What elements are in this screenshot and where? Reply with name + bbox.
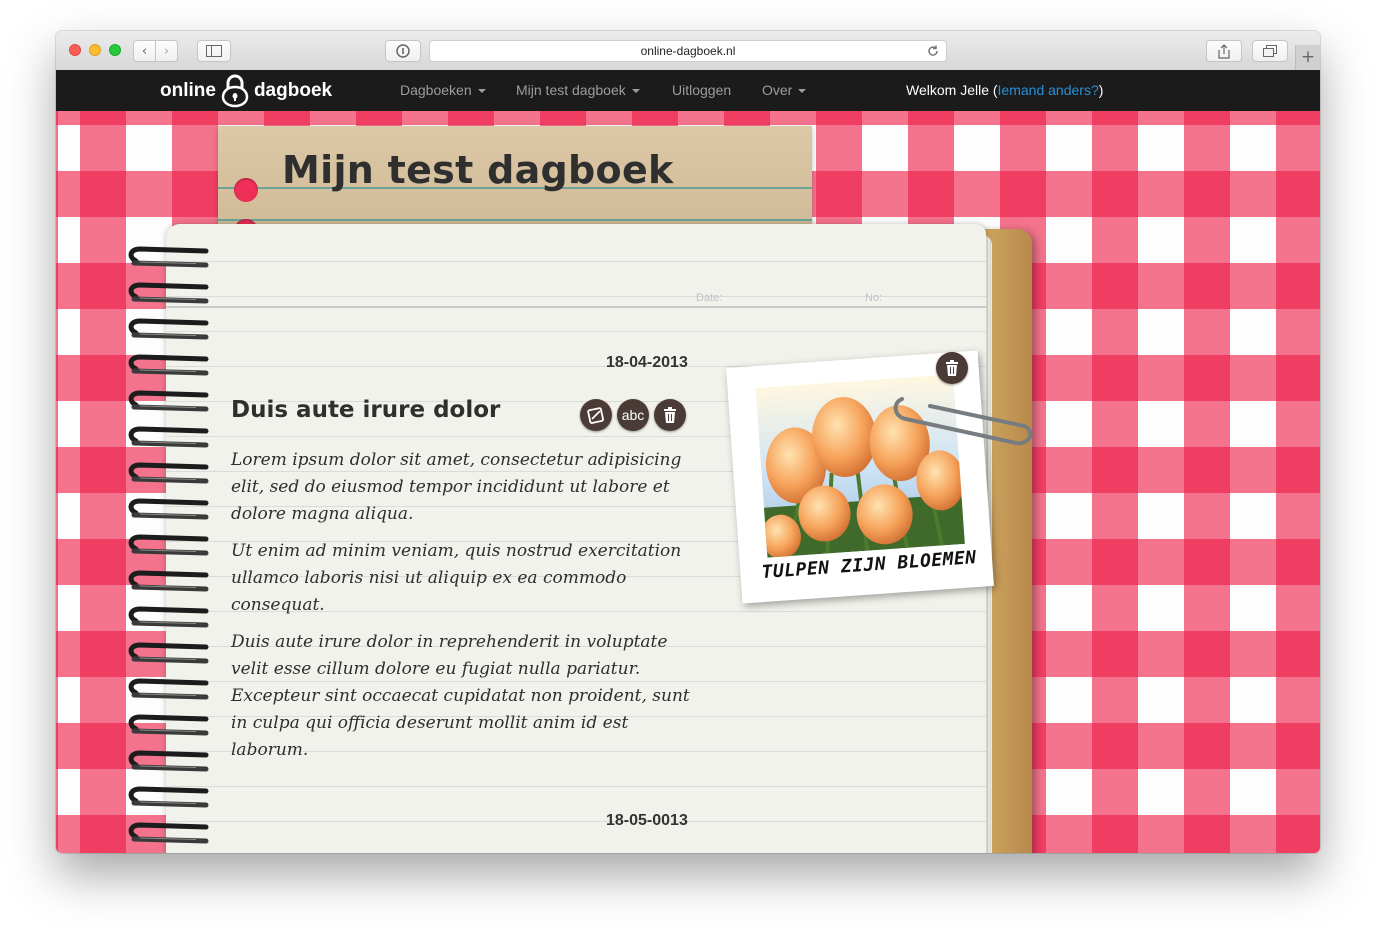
sidebar-toggle-button[interactable]: [197, 40, 231, 62]
paper-hole: [234, 178, 258, 202]
forward-button[interactable]: ›: [155, 40, 178, 62]
spiral-ring: [128, 786, 209, 808]
spellcheck-label: abc: [621, 407, 645, 423]
site-logo[interactable]: online dagboek: [160, 74, 333, 108]
spiral-ring: [128, 498, 209, 520]
entry-paragraph: Ut enim ad minim veniam, quis nostrud ex…: [231, 541, 682, 615]
entry-paragraph: Duis aute irure dolor in reprehenderit i…: [231, 632, 690, 760]
padlock-icon: [221, 74, 249, 108]
spiral-ring: [128, 282, 209, 304]
tabs-overview-button[interactable]: [1252, 40, 1288, 62]
reload-icon[interactable]: [926, 44, 940, 58]
spiral-binding: [128, 246, 209, 844]
paper-rule: [218, 219, 812, 221]
new-tab-button[interactable]: +: [1295, 45, 1320, 70]
spiral-ring: [128, 714, 209, 736]
edit-entry-button[interactable]: [580, 399, 612, 431]
spiral-ring: [128, 318, 209, 340]
privacy-report-button[interactable]: [385, 40, 421, 62]
trash-icon: [946, 360, 958, 376]
nav-uitloggen-link[interactable]: Uitloggen: [672, 82, 731, 98]
nav-dagboeken-dropdown[interactable]: Dagboeken: [400, 82, 486, 98]
caret-down-icon: [798, 89, 807, 94]
spiral-ring: [128, 246, 209, 268]
delete-photo-button[interactable]: [936, 352, 968, 384]
nav-mijn-test-dagboek-dropdown[interactable]: Mijn test dagboek: [516, 82, 640, 98]
browser-window: ‹ › online-dagboek.nl + online dagboek D…: [56, 31, 1320, 853]
entry-date: 18-05-0013: [606, 812, 688, 829]
edit-icon: [587, 407, 604, 424]
page-title: Mijn test dagboek: [282, 148, 674, 192]
sidebar-icon: [206, 45, 222, 57]
entry-body: Lorem ipsum dolor sit amet, consectetur …: [231, 447, 691, 774]
chevron-right-icon: ›: [163, 43, 170, 59]
number-label: No:: [865, 292, 883, 304]
info-icon: [396, 44, 410, 58]
address-bar[interactable]: online-dagboek.nl: [429, 40, 947, 62]
spiral-ring: [128, 750, 209, 772]
spiral-ring: [128, 606, 209, 628]
welcome-message: Welkom Jelle (Iemand anders?): [906, 82, 1103, 98]
caret-down-icon: [477, 89, 486, 94]
site-navbar: online dagboek Dagboeken Mijn test dagbo…: [56, 70, 1320, 111]
spiral-ring: [128, 678, 209, 700]
entry-title: Duis aute irure dolor: [231, 397, 501, 423]
spiral-ring: [128, 462, 209, 484]
nav-mijn-test-dagboek-label: Mijn test dagboek: [516, 82, 626, 98]
browser-toolbar: ‹ › online-dagboek.nl +: [56, 31, 1320, 71]
minimize-window-button[interactable]: [89, 44, 101, 56]
logo-text-left: online: [160, 80, 216, 101]
paperclip-icon: [893, 397, 1033, 446]
logo-text-right: dagboek: [253, 80, 333, 101]
caret-down-icon: [631, 89, 640, 94]
plus-icon: +: [1300, 47, 1316, 67]
spiral-ring: [128, 426, 209, 448]
spiral-ring: [128, 534, 209, 556]
spiral-ring: [128, 642, 209, 664]
date-label: Date:: [696, 292, 723, 304]
tabs-icon: [1263, 45, 1277, 57]
notebook-header-line: [166, 306, 986, 308]
switch-user-link[interactable]: Iemand anders?: [998, 82, 1099, 98]
share-icon: [1218, 43, 1230, 59]
spiral-ring: [128, 570, 209, 592]
share-button[interactable]: [1206, 40, 1242, 62]
zoom-window-button[interactable]: [109, 44, 121, 56]
trash-icon: [664, 407, 676, 423]
welcome-prefix: Welkom Jelle (: [906, 82, 998, 98]
back-button[interactable]: ‹: [133, 40, 156, 62]
nav-over-label: Over: [762, 82, 793, 98]
nav-dagboeken-label: Dagboeken: [400, 82, 472, 98]
spiral-ring: [128, 390, 209, 412]
entry-paragraph: Lorem ipsum dolor sit amet, consectetur …: [231, 450, 682, 524]
nav-over-dropdown[interactable]: Over: [762, 82, 807, 98]
tablecloth-background: Mijn test dagboek Date: No: 18-04-2013 D…: [56, 111, 1320, 853]
entry-date: 18-04-2013: [606, 354, 688, 371]
chevron-left-icon: ‹: [141, 43, 148, 59]
spiral-ring: [128, 822, 209, 844]
close-window-button[interactable]: [69, 44, 81, 56]
delete-entry-button[interactable]: [654, 399, 686, 431]
url-text: online-dagboek.nl: [640, 44, 736, 58]
spellcheck-button[interactable]: abc: [617, 399, 649, 431]
welcome-suffix: ): [1098, 82, 1104, 98]
spiral-ring: [128, 354, 209, 376]
